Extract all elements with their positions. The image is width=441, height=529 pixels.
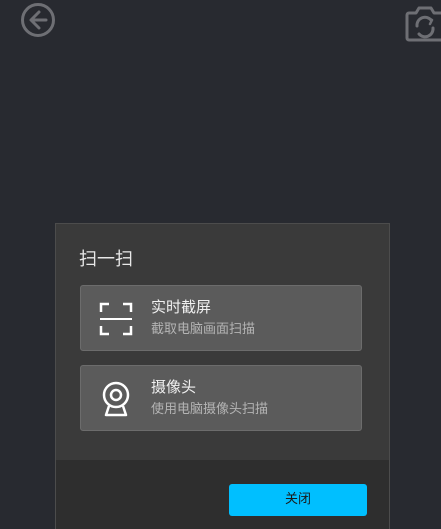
option-title: 摄像头	[151, 378, 197, 396]
dialog-footer: 关闭	[56, 460, 389, 529]
scan-screen: 扫一扫 实时截屏 截取电脑画面扫描 摄像头 使用电脑摄像头扫描 关闭	[0, 0, 441, 529]
camera-scan-option[interactable]: 摄像头 使用电脑摄像头扫描	[80, 365, 362, 431]
webcam-icon	[98, 381, 134, 417]
close-button[interactable]: 关闭	[229, 484, 367, 516]
camera-rotate-icon	[405, 6, 441, 42]
scan-frame-icon	[98, 301, 134, 337]
screenshot-scan-option[interactable]: 实时截屏 截取电脑画面扫描	[80, 285, 362, 351]
option-title: 实时截屏	[151, 298, 212, 316]
arrow-left-circle-icon	[21, 3, 55, 37]
dialog-title: 扫一扫	[79, 249, 133, 270]
back-button[interactable]	[20, 2, 56, 38]
rotate-camera-button[interactable]	[405, 4, 441, 42]
scan-dialog: 扫一扫 实时截屏 截取电脑画面扫描 摄像头 使用电脑摄像头扫描 关闭	[55, 223, 390, 529]
option-description: 截取电脑画面扫描	[151, 322, 256, 337]
option-description: 使用电脑摄像头扫描	[151, 402, 269, 417]
